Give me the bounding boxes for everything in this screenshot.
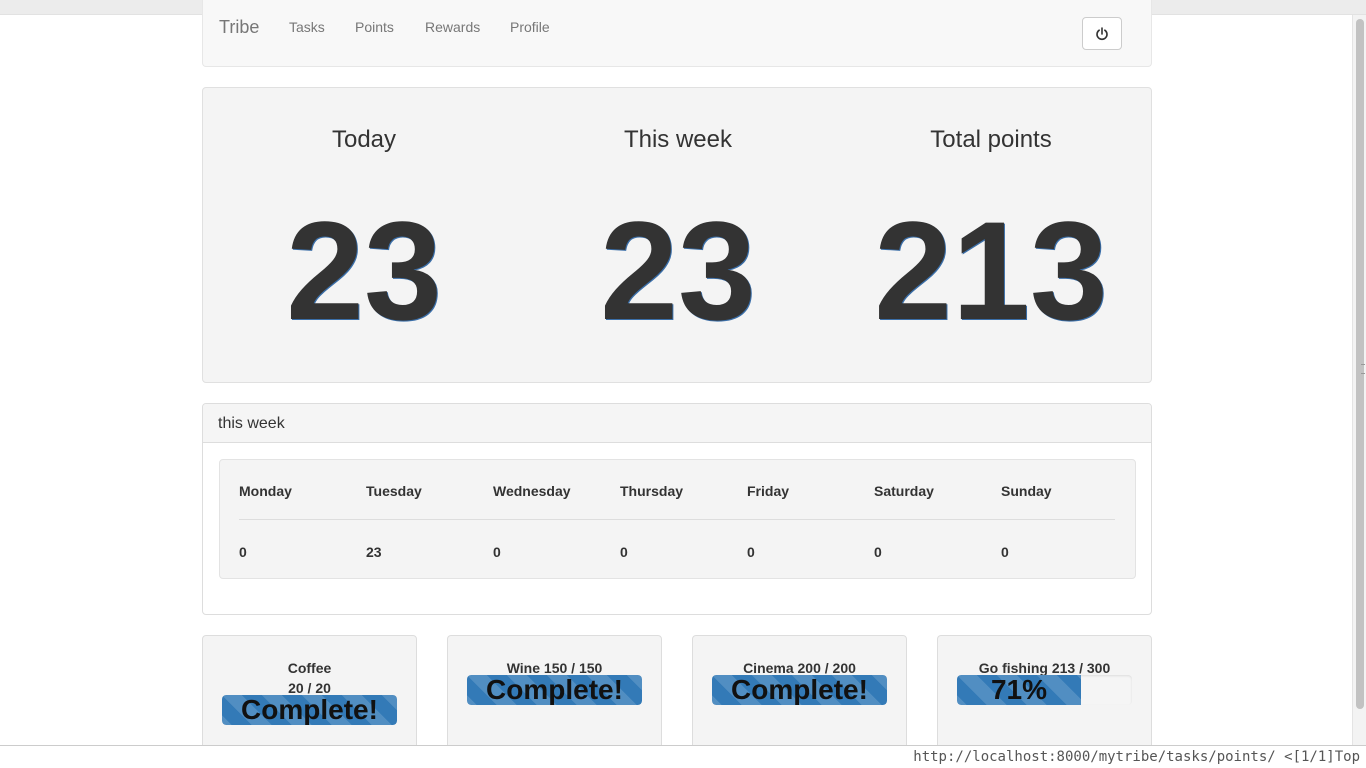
nav-tasks[interactable]: Tasks (289, 19, 325, 35)
day-header: Tuesday (366, 483, 422, 499)
progress-bar: Complete! (712, 675, 887, 705)
day-points: 0 (493, 544, 501, 560)
grip-icon (1361, 364, 1365, 374)
reward-card-go-fishing: Go fishing 213 / 300 71% (937, 635, 1152, 755)
status-line: http://localhost:8000/mytribe/tasks/poin… (0, 745, 1366, 768)
week-panel: this week Monday Tuesday Wednesday Thurs… (202, 403, 1152, 615)
reward-title: Coffee 20 / 20 (203, 658, 416, 698)
reward-card-wine: Wine 150 / 150 Complete! (447, 635, 662, 755)
navbar: Tribe Tasks Points Rewards Profile (202, 0, 1152, 67)
panel-heading: this week (203, 404, 1151, 443)
day-header: Friday (747, 483, 790, 499)
week-table: Monday Tuesday Wednesday Thursday Friday… (219, 459, 1136, 579)
status-line-text: http://localhost:8000/mytribe/tasks/poin… (913, 749, 1360, 765)
reward-name: Coffee (287, 660, 332, 676)
stat-label: This week (623, 126, 733, 153)
progress-text: Complete! (731, 675, 868, 705)
stat-value: 23 (286, 192, 442, 349)
progress-text: Complete! (486, 675, 623, 705)
day-points: 0 (239, 544, 247, 560)
reward-card-cinema: Cinema 200 / 200 Complete! (692, 635, 907, 755)
day-points: 23 (366, 544, 382, 560)
day-points: 0 (874, 544, 882, 560)
points-summary: Today 23 This week 23 Total points 213 (202, 87, 1152, 383)
status-position: <[1/1]Top (1284, 749, 1360, 765)
scrollbar-thumb[interactable] (1356, 19, 1365, 709)
progress-bar: Complete! (222, 695, 397, 725)
progress-text: 71% (990, 675, 1048, 705)
day-header: Thursday (620, 483, 684, 499)
nav-profile[interactable]: Profile (510, 19, 550, 35)
stat-label: Total points (930, 126, 1052, 153)
panel-title: this week (218, 415, 285, 432)
day-points: 0 (620, 544, 628, 560)
day-points: 0 (747, 544, 755, 560)
divider (239, 519, 1115, 520)
day-header: Monday (239, 483, 292, 499)
logout-button[interactable] (1082, 17, 1122, 50)
day-header: Sunday (1001, 483, 1052, 499)
stat-value: 213 (874, 192, 1108, 349)
power-icon (1096, 26, 1108, 40)
progress-bar: Complete! (467, 675, 642, 705)
scrollbar[interactable] (1352, 15, 1366, 745)
stat-value: 23 (600, 192, 756, 349)
progress-text: Complete! (241, 695, 378, 725)
day-header: Saturday (874, 483, 934, 499)
brand-link[interactable]: Tribe (219, 17, 259, 38)
nav-rewards[interactable]: Rewards (425, 19, 480, 35)
progress-bar: 71% (957, 675, 1132, 705)
nav-points[interactable]: Points (355, 19, 394, 35)
stat-label: Today (331, 126, 397, 153)
status-url: http://localhost:8000/mytribe/tasks/poin… (913, 749, 1276, 765)
day-points: 0 (1001, 544, 1009, 560)
reward-card-coffee: Coffee 20 / 20 Complete! (202, 635, 417, 755)
day-header: Wednesday (493, 483, 571, 499)
